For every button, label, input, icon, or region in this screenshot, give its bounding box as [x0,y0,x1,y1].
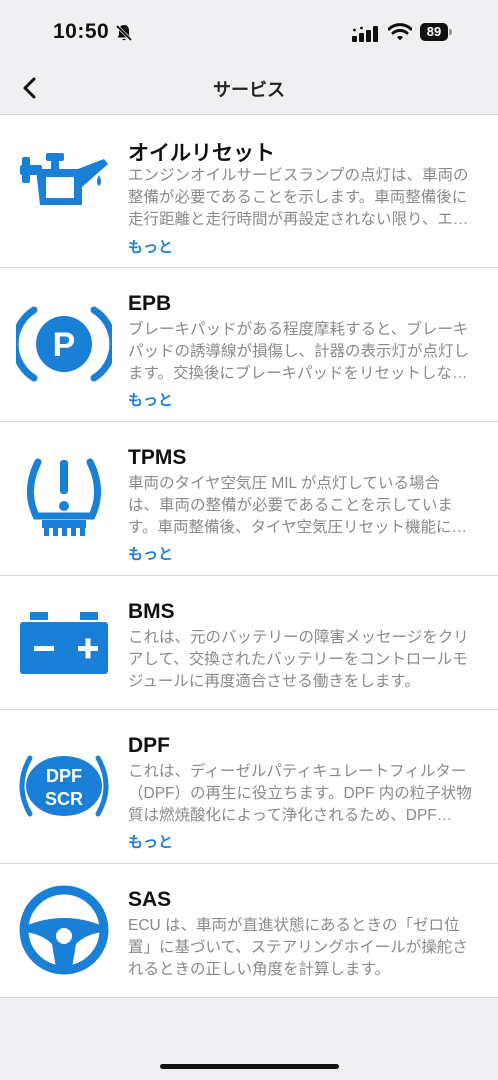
cellular-signal-icon [352,26,378,42]
battery-indicator: 89 [420,23,453,41]
service-list: オイルリセット エンジンオイルサービスランプの点灯は、車両の 整備が必要であるこ… [0,114,498,998]
service-item-bms[interactable]: BMS これは、元のバッテリーの障害メッセージをクリ アして、交換されたバッテリ… [0,576,498,710]
service-description: これは、元のバッテリーの障害メッセージをクリ アして、交換されたバッテリーをコン… [128,629,469,690]
service-title: EPB [128,292,172,315]
service-item-epb[interactable]: P EPB ブレーキパッドがある程度摩耗すると、ブレーキ パッドの誘導線が損傷し… [0,268,498,422]
steering-wheel-icon [19,885,109,975]
dpf-scr-icon: DPF SCR [19,755,109,817]
service-title: TPMS [128,446,187,469]
service-item-dpf[interactable]: DPF SCR DPF これは、ディーゼルパティキュレートフィルター （DPF）… [0,710,498,864]
svg-text:SCR: SCR [45,789,83,809]
svg-text:P: P [53,326,76,364]
status-time: 10:50 [53,20,110,43]
more-link[interactable]: もっと [128,543,173,564]
service-item-sas[interactable]: SAS ECU は、車両が直進状態にあるときの「ゼロ位 置」に基づいて、ステアリ… [0,864,498,998]
service-description: これは、ディーゼルパティキュレートフィルター （DPF）の再生に役立ちます。DP… [128,763,472,824]
page-title: サービス [213,80,285,100]
service-description: ECU は、車両が直進状態にあるときの「ゼロ位 置」に基づいて、ステアリングホイ… [128,917,468,978]
battery-icon [20,612,108,674]
nav-bar: サービス [0,62,498,114]
service-title: オイルリセット [128,142,275,165]
tire-pressure-icon [27,458,101,536]
more-link[interactable]: もっと [128,389,173,410]
battery-level: 89 [426,24,442,39]
silent-bell-icon [115,24,133,42]
service-description: エンジンオイルサービスランプの点灯は、車両の 整備が必要であることを示します。車… [128,167,469,228]
service-title: DPF [128,734,170,757]
service-description: 車両のタイヤ空気圧 MIL が点灯している場合 は、車両の整備が必要であることを… [128,475,467,536]
more-link[interactable]: もっと [128,831,173,852]
svg-text:DPF: DPF [46,766,82,786]
status-bar: 10:50 89 [0,0,498,62]
oil-can-icon [20,153,108,205]
home-indicator[interactable] [160,1064,339,1069]
service-item-tpms[interactable]: TPMS 車両のタイヤ空気圧 MIL が点灯している場合 は、車両の整備が必要で… [0,422,498,576]
wifi-icon [388,23,412,41]
parking-brake-icon: P [16,306,112,382]
service-title: SAS [128,888,172,911]
service-description: ブレーキパッドがある程度摩耗すると、ブレーキ パッドの誘導線が損傷し、計器の表示… [128,321,470,382]
service-item-oil-reset[interactable]: オイルリセット エンジンオイルサービスランプの点灯は、車両の 整備が必要であるこ… [0,115,498,268]
more-link[interactable]: もっと [128,236,173,257]
service-title: BMS [128,600,175,623]
